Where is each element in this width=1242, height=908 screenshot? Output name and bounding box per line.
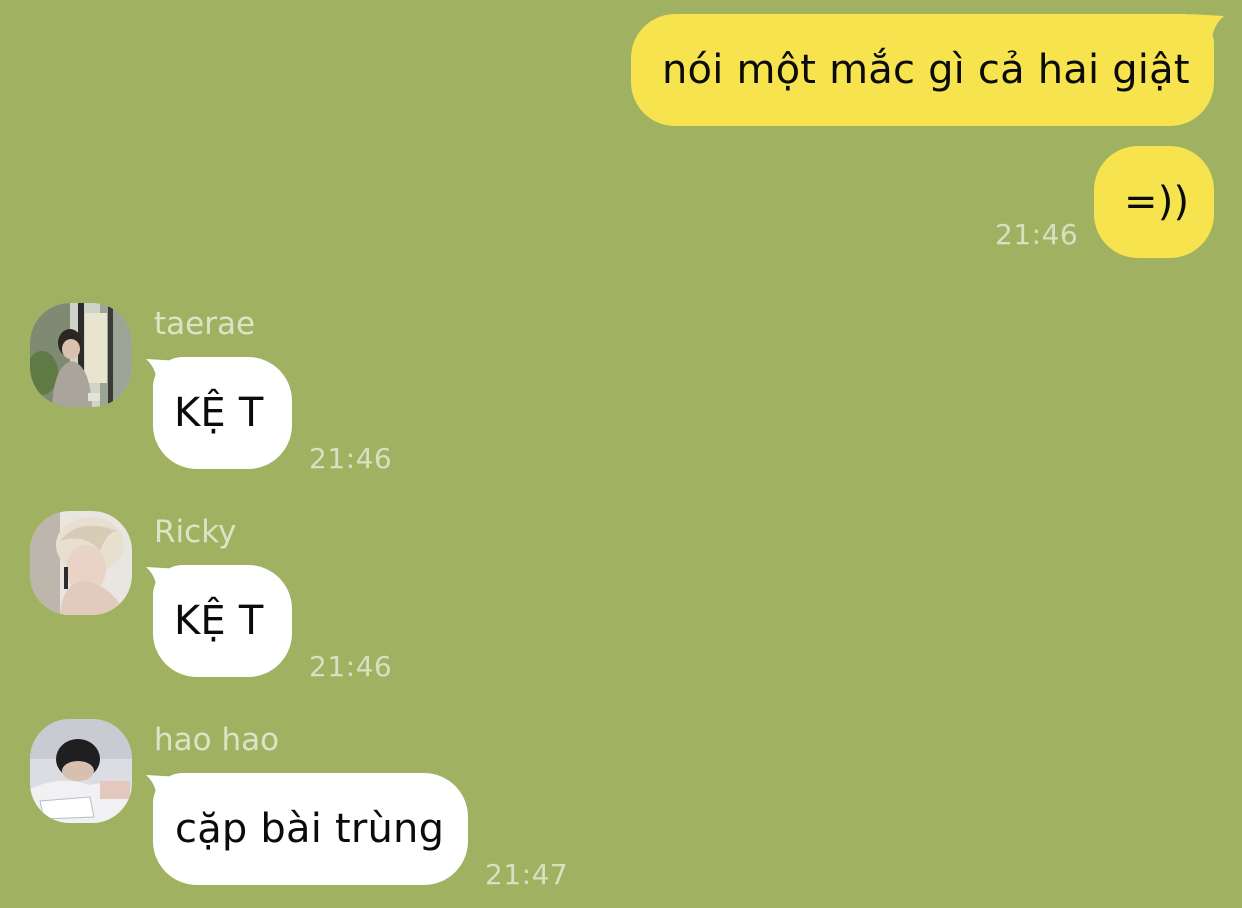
message-text: KỆ T xyxy=(174,598,264,644)
taerae-avatar[interactable] xyxy=(30,303,132,407)
avatar-image xyxy=(30,719,132,823)
avatar-image xyxy=(30,511,132,615)
incoming-message[interactable]: KỆ T xyxy=(153,357,292,469)
message-text: nói một mắc gì cả hai giật xyxy=(662,47,1190,93)
message-timestamp: 21:46 xyxy=(309,442,393,475)
sender-name: Ricky xyxy=(154,514,237,550)
ricky-avatar[interactable] xyxy=(30,511,132,615)
incoming-message[interactable]: cặp bài trùng xyxy=(153,773,468,885)
sender-name: hao hao xyxy=(154,722,280,758)
incoming-message[interactable]: KỆ T xyxy=(153,565,292,677)
sender-name: taerae xyxy=(154,306,256,342)
chat-area[interactable]: nói một mắc gì cả hai giật =)) 21:46 tae… xyxy=(0,0,1242,908)
message-timestamp: 21:46 xyxy=(995,218,1079,251)
message-text: =)) xyxy=(1124,179,1190,225)
message-timestamp: 21:47 xyxy=(485,858,569,891)
hao-hao-avatar[interactable] xyxy=(30,719,132,823)
outgoing-message[interactable]: nói một mắc gì cả hai giật xyxy=(631,14,1214,126)
message-timestamp: 21:46 xyxy=(309,650,393,683)
outgoing-message[interactable]: =)) xyxy=(1094,146,1214,258)
message-text: cặp bài trùng xyxy=(175,806,445,852)
avatar-image xyxy=(30,303,132,407)
message-text: KỆ T xyxy=(174,390,264,436)
bubble-tail xyxy=(1190,14,1224,48)
